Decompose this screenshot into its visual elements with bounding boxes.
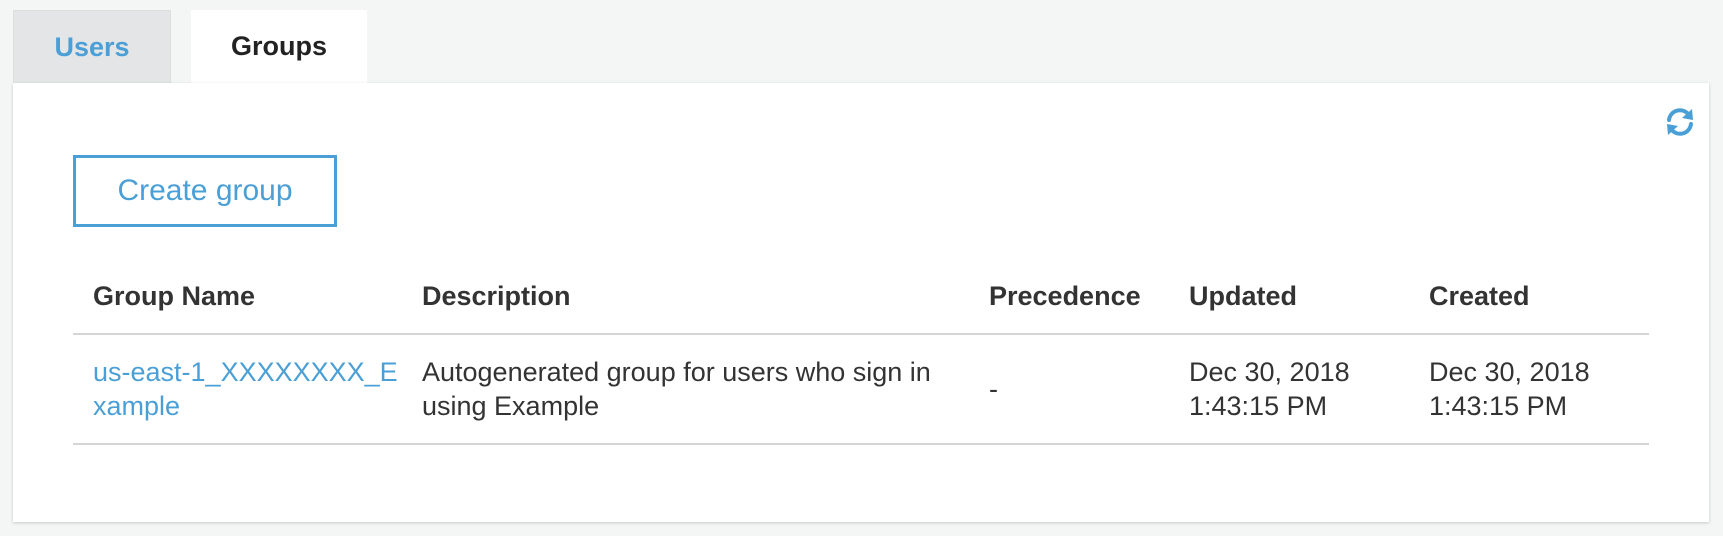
column-header-description[interactable]: Description xyxy=(422,263,962,333)
groups-table: Group Name Description Precedence Update… xyxy=(73,263,1649,445)
column-header-updated[interactable]: Updated xyxy=(1189,263,1419,333)
table-header: Group Name Description Precedence Update… xyxy=(73,263,1649,335)
group-name-cell: us-east-1_XXXXXXXX_Example xyxy=(93,335,403,443)
created-cell: Dec 30, 2018 1:43:15 PM xyxy=(1429,357,1590,421)
groups-panel: Create group Group Name Description Prec… xyxy=(13,83,1709,522)
tab-bar: Users Groups xyxy=(13,10,367,83)
column-header-created[interactable]: Created xyxy=(1429,263,1649,333)
column-header-group-name[interactable]: Group Name xyxy=(93,263,403,333)
refresh-icon-graphic xyxy=(1667,108,1693,136)
precedence-cell: - xyxy=(989,374,998,404)
group-name-link[interactable]: us-east-1_XXXXXXXX_Example xyxy=(93,355,403,423)
refresh-icon[interactable] xyxy=(1663,105,1697,139)
description-cell: Autogenerated group for users who sign i… xyxy=(422,357,931,421)
tab-groups[interactable]: Groups xyxy=(191,10,367,83)
table-row: us-east-1_XXXXXXXX_Example Autogenerated… xyxy=(73,335,1649,445)
create-group-button[interactable]: Create group xyxy=(73,155,337,227)
updated-cell: Dec 30, 2018 1:43:15 PM xyxy=(1189,357,1350,421)
tab-users[interactable]: Users xyxy=(13,10,171,83)
column-header-precedence[interactable]: Precedence xyxy=(989,263,1179,333)
user-pool-groups-view: Users Groups Create group Group Name Des… xyxy=(0,0,1723,536)
